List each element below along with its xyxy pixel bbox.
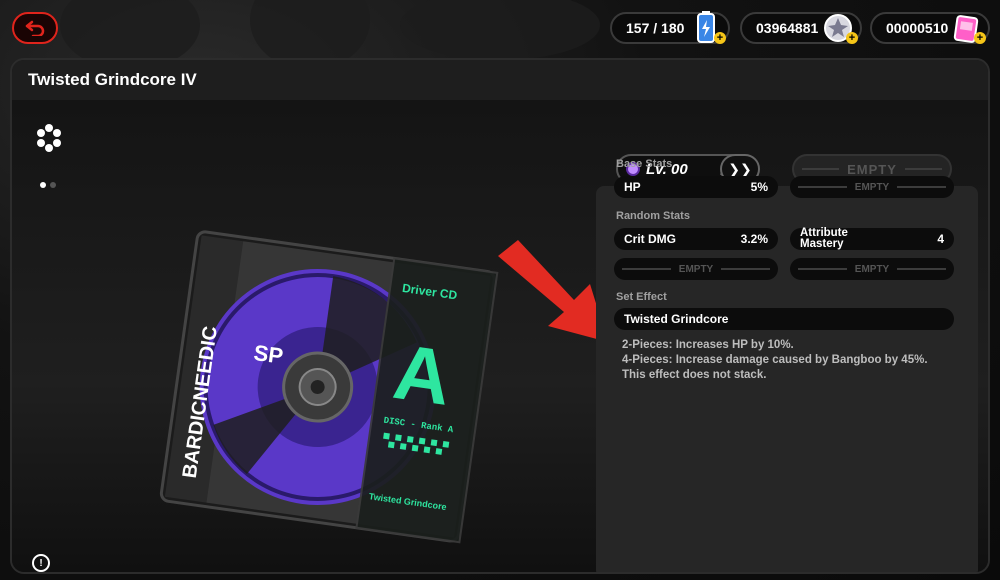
stat-value: 5%	[750, 180, 768, 194]
denny-value: 03964881	[756, 20, 819, 36]
stat-name: Attribute Mastery	[800, 227, 848, 250]
stat-value: 3.2%	[740, 232, 768, 246]
back-arrow-icon	[25, 20, 45, 36]
empty-label: EMPTY	[854, 263, 890, 275]
set-name: Twisted Grindcore	[614, 308, 954, 330]
disc-corner-code: SP	[252, 340, 285, 369]
set-effect-description: 2-Pieces: Increases HP by 10%. 4-Pieces:…	[622, 338, 952, 383]
base-stat-empty-slot: EMPTY	[790, 176, 954, 198]
add-battery-button[interactable]: +	[714, 32, 726, 44]
stat-name: HP	[624, 180, 641, 194]
empty-label: EMPTY	[678, 263, 714, 275]
stat-name: Crit DMG	[624, 232, 676, 246]
disc-set-hex-icon[interactable]	[32, 122, 66, 156]
base-stat-hp: HP 5%	[614, 176, 778, 198]
battery-currency[interactable]: 157 / 180 +	[610, 11, 730, 44]
page-indicator	[40, 182, 56, 188]
random-stat-empty-slot-1: EMPTY	[614, 258, 778, 280]
random-stat-attribute-mastery: Attribute Mastery 4	[790, 227, 954, 250]
help-icon[interactable]: !	[32, 554, 50, 572]
random-stat-crit-dmg: Crit DMG 3.2%	[614, 228, 778, 250]
panel-title: Twisted Grindcore IV	[12, 60, 988, 100]
base-stats-title: Base Stats	[616, 158, 673, 170]
denny-currency[interactable]: 03964881 +	[740, 12, 862, 44]
page-dot-active[interactable]	[40, 182, 46, 188]
stat-value: 4	[937, 231, 944, 246]
add-ticket-button[interactable]: +	[974, 32, 986, 44]
set-effect-4pc: 4-Pieces: Increase damage caused by Bang…	[622, 354, 928, 381]
empty-label: EMPTY	[847, 161, 897, 177]
back-button[interactable]	[12, 12, 58, 44]
ticket-currency[interactable]: 00000510 +	[870, 12, 990, 44]
page-dot[interactable]	[50, 182, 56, 188]
ticket-value: 00000510	[886, 20, 949, 36]
empty-label: EMPTY	[854, 181, 890, 193]
battery-value: 157 / 180	[626, 20, 685, 36]
panel-body: ! SP Driver CD A DISC - Rank A Twisted G…	[12, 100, 988, 572]
set-effect-title: Set Effect	[616, 291, 667, 303]
add-denny-button[interactable]: +	[846, 32, 858, 44]
disc-detail-panel: Twisted Grindcore IV ! SP Driver CD A DI…	[10, 58, 990, 574]
set-effect-2pc: 2-Pieces: Increases HP by 10%.	[622, 339, 794, 351]
driver-disc-art: SP Driver CD A DISC - Rank A Twisted Gri…	[159, 230, 499, 544]
random-stats-title: Random Stats	[616, 210, 690, 222]
random-stat-empty-slot-2: EMPTY	[790, 258, 954, 280]
